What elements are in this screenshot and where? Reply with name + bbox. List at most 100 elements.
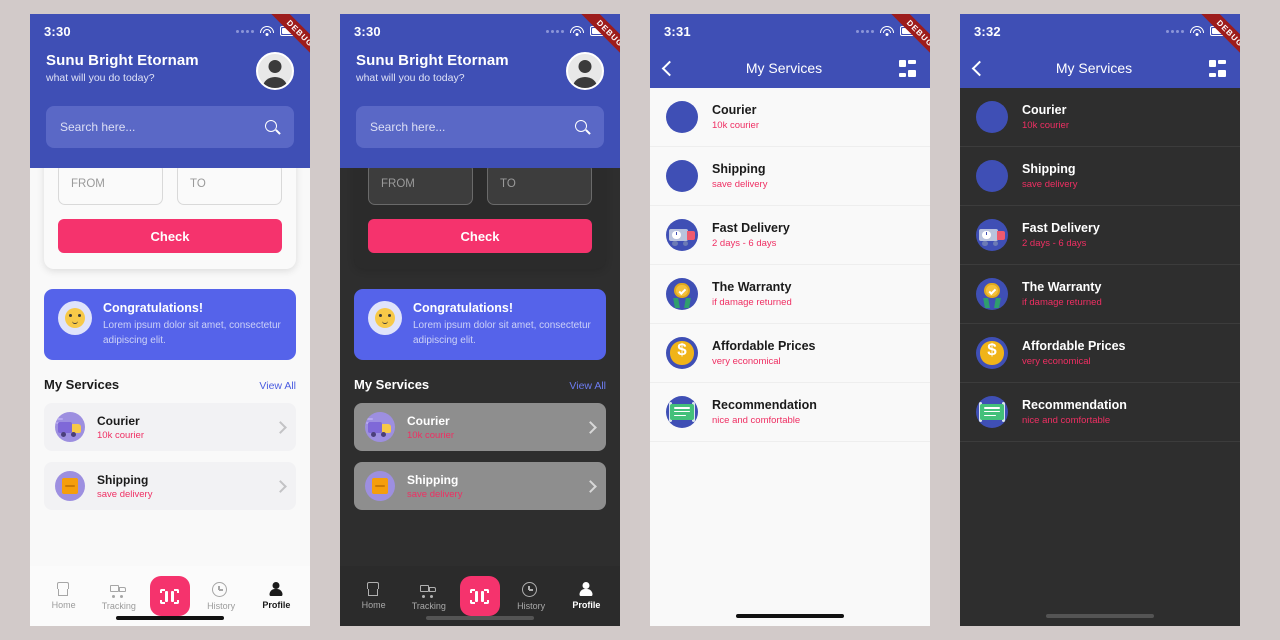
search-icon[interactable] <box>575 119 590 135</box>
package-icon <box>666 160 698 192</box>
nav-item-profile[interactable]: Profile <box>252 582 300 610</box>
battery-icon <box>900 26 918 36</box>
service-sub: 2 days - 6 days <box>1022 237 1087 249</box>
service-name: Shipping <box>97 472 149 487</box>
page-title: My Services <box>745 60 823 76</box>
wifi-icon <box>570 25 584 37</box>
service-sub: if damage returned <box>1022 296 1102 308</box>
service-sub: 10k courier <box>712 119 759 131</box>
to-field[interactable]: TO <box>177 168 282 205</box>
currency-symbol: $ <box>677 340 687 360</box>
from-field[interactable]: FROM <box>368 168 473 205</box>
greeting-row: Sunu Bright Etornam what will you do tod… <box>46 52 294 90</box>
status-indicators <box>856 25 918 37</box>
search-input[interactable]: Search here... <box>356 106 604 148</box>
battery-icon <box>280 26 298 36</box>
nav-item-tracking[interactable]: Tracking <box>405 582 453 611</box>
list-item[interactable]: Recommendation nice and comfortable <box>650 383 930 442</box>
wifi-icon <box>880 25 894 37</box>
to-field[interactable]: TO <box>487 168 592 205</box>
nav-label: Profile <box>262 600 291 610</box>
nav-label: Tracking <box>411 600 446 611</box>
service-row-courier[interactable]: Courier 10k courier <box>354 403 606 451</box>
list-item[interactable]: Fast Delivery 2 days - 6 days <box>650 206 930 265</box>
nav-item-history[interactable]: History <box>197 581 245 611</box>
nav-item-history[interactable]: History <box>507 581 555 611</box>
signal-dots-icon <box>236 29 254 33</box>
status-indicators <box>546 25 608 37</box>
home-icon <box>365 582 382 597</box>
barcode-scan-icon <box>470 588 490 604</box>
service-sub: nice and comfortable <box>712 414 801 426</box>
avatar[interactable] <box>566 52 604 90</box>
list-item[interactable]: $ Affordable Prices very economical <box>650 324 930 383</box>
congratulations-banner: Congratulations! Lorem ipsum dolor sit a… <box>44 289 296 360</box>
person-icon <box>578 582 594 597</box>
shipping-cost-card: Check shipping cost FROM TO Check <box>354 168 606 269</box>
coin-dollar-icon: $ <box>976 337 1008 369</box>
service-name: Fast Delivery <box>712 221 790 236</box>
view-all-link[interactable]: View All <box>259 380 296 392</box>
list-item[interactable]: Fast Delivery 2 days - 6 days <box>960 206 1240 265</box>
home-icon <box>55 582 72 597</box>
service-row-shipping[interactable]: Shipping save delivery <box>354 462 606 510</box>
check-button[interactable]: Check <box>58 219 282 253</box>
warranty-medal-icon <box>666 278 698 310</box>
service-name: Courier <box>97 413 140 428</box>
nav-item-home[interactable]: Home <box>350 582 398 610</box>
package-icon <box>55 471 85 501</box>
grid-view-icon[interactable] <box>1209 59 1226 77</box>
smiley-face-icon <box>368 301 402 335</box>
home-body: Check shipping cost FROM TO Check Congra… <box>340 168 620 566</box>
service-sub: nice and comfortable <box>1022 414 1111 426</box>
home-indicator <box>736 614 844 618</box>
grid-view-icon[interactable] <box>899 59 916 77</box>
history-clock-icon <box>522 581 540 598</box>
service-name: Shipping <box>712 162 766 177</box>
history-clock-icon <box>212 581 230 598</box>
scan-button[interactable] <box>149 576 190 616</box>
scan-button[interactable] <box>459 576 500 616</box>
fast-delivery-icon <box>666 219 698 251</box>
list-item[interactable]: The Warranty if damage returned <box>960 265 1240 324</box>
from-field[interactable]: FROM <box>58 168 163 205</box>
home-header: Sunu Bright Etornam what will you do tod… <box>30 48 310 168</box>
service-sub: save delivery <box>712 178 768 190</box>
list-item[interactable]: Shipping save delivery <box>960 147 1240 206</box>
service-name: Shipping <box>1022 162 1076 177</box>
document-icon <box>976 396 1008 428</box>
list-item[interactable]: Courier 10k courier <box>960 88 1240 147</box>
service-row-courier[interactable]: Courier 10k courier <box>44 403 296 451</box>
avatar[interactable] <box>256 52 294 90</box>
chevron-right-icon <box>274 479 287 493</box>
list-item[interactable]: The Warranty if damage returned <box>650 265 930 324</box>
list-item[interactable]: Shipping save delivery <box>650 147 930 206</box>
list-item[interactable]: Recommendation nice and comfortable <box>960 383 1240 442</box>
user-name: Sunu Bright Etornam <box>46 52 199 69</box>
list-item[interactable]: $ Affordable Prices very economical <box>960 324 1240 383</box>
check-button[interactable]: Check <box>368 219 592 253</box>
bottom-safe-area <box>960 600 1240 626</box>
package-icon <box>365 471 395 501</box>
status-bar: 3:31 DEBUG <box>650 14 930 73</box>
home-header: Sunu Bright Etornam what will you do tod… <box>340 48 620 168</box>
service-row-shipping[interactable]: Shipping save delivery <box>44 462 296 510</box>
shipping-fields: FROM TO <box>368 168 592 205</box>
nav-label: History <box>207 600 236 611</box>
search-icon[interactable] <box>265 119 280 135</box>
search-placeholder: Search here... <box>370 120 446 134</box>
search-input[interactable]: Search here... <box>46 106 294 148</box>
truck-icon <box>109 582 128 598</box>
nav-item-profile[interactable]: Profile <box>562 582 610 610</box>
service-sub: save delivery <box>407 488 463 500</box>
service-sub: 10k courier <box>407 429 454 441</box>
nav-label: Home <box>51 600 76 610</box>
congrats-text: Lorem ipsum dolor sit amet, consectetur … <box>413 320 591 346</box>
nav-item-tracking[interactable]: Tracking <box>95 582 143 611</box>
view-all-link[interactable]: View All <box>569 380 606 392</box>
signal-dots-icon <box>856 29 874 33</box>
nav-item-home[interactable]: Home <box>40 582 88 610</box>
chevron-right-icon <box>584 420 597 434</box>
list-item[interactable]: Courier 10k courier <box>650 88 930 147</box>
my-services-title: My Services <box>44 377 120 392</box>
